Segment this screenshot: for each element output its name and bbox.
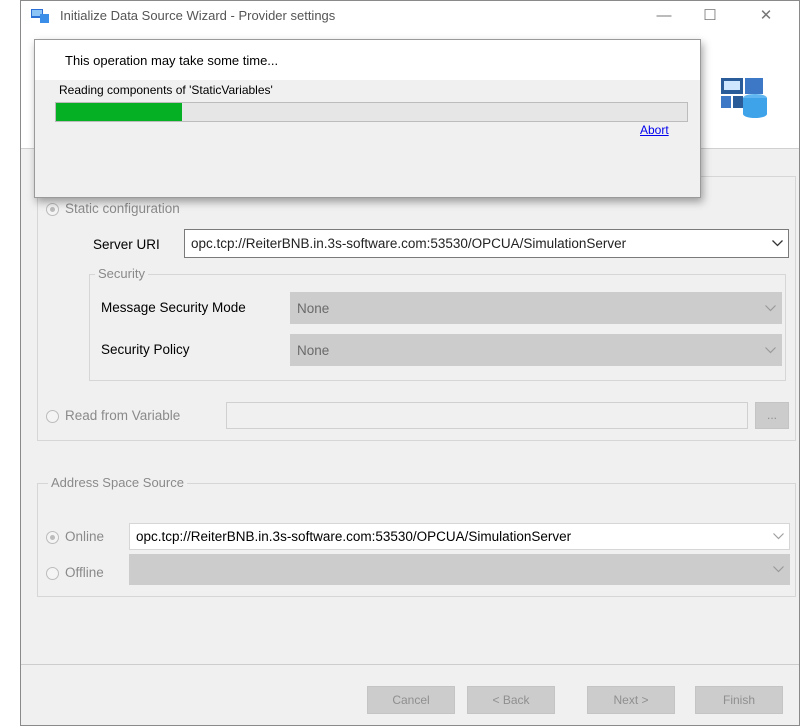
progress-dialog: This operation may take some time... Rea… — [34, 39, 701, 198]
finish-button[interactable]: Finish — [695, 686, 783, 714]
close-button[interactable]: ✕ — [743, 1, 789, 31]
next-button[interactable]: Next > — [587, 686, 675, 714]
offline-label: Offline — [65, 565, 104, 580]
chevron-down-icon — [767, 524, 789, 549]
back-button[interactable]: < Back — [467, 686, 555, 714]
server-uri-combobox[interactable]: opc.tcp://ReiterBNB.in.3s-software.com:5… — [184, 229, 789, 258]
chevron-down-icon — [759, 293, 781, 323]
message-security-mode-value: None — [297, 300, 330, 316]
static-config-label: Static configuration — [65, 201, 180, 216]
title-bar: Initialize Data Source Wizard - Provider… — [21, 1, 799, 31]
read-from-variable-radio[interactable] — [46, 410, 59, 423]
server-database-icon — [721, 78, 767, 118]
chevron-down-icon — [767, 555, 789, 584]
online-radio[interactable] — [46, 531, 59, 544]
chevron-down-icon — [759, 335, 781, 365]
offline-radio[interactable] — [46, 567, 59, 580]
security-group-title: Security — [95, 266, 148, 281]
chevron-down-icon[interactable] — [766, 230, 788, 257]
progress-bar — [55, 102, 688, 122]
window-title: Initialize Data Source Wizard - Provider… — [60, 8, 336, 23]
minimize-button[interactable]: — — [641, 1, 687, 31]
read-from-variable-input[interactable] — [226, 402, 748, 429]
cancel-button[interactable]: Cancel — [367, 686, 455, 714]
security-policy-value: None — [297, 342, 330, 358]
progress-status-text: Reading components of 'StaticVariables' — [59, 83, 273, 97]
offline-source-combobox[interactable] — [129, 554, 790, 585]
server-uri-label: Server URI — [93, 237, 160, 252]
security-policy-label: Security Policy — [101, 342, 190, 357]
static-config-radio[interactable] — [46, 203, 59, 216]
online-source-combobox[interactable]: opc.tcp://ReiterBNB.in.3s-software.com:5… — [129, 523, 790, 550]
message-security-mode-combobox[interactable]: None — [290, 292, 782, 324]
abort-link[interactable]: Abort — [640, 123, 669, 137]
online-label: Online — [65, 529, 105, 544]
online-source-value: opc.tcp://ReiterBNB.in.3s-software.com:5… — [136, 529, 572, 544]
maximize-button[interactable]: ☐ — [687, 1, 733, 31]
footer-separator — [21, 664, 799, 665]
read-from-variable-label: Read from Variable — [65, 408, 181, 423]
security-policy-combobox[interactable]: None — [290, 334, 782, 366]
progress-dialog-title: This operation may take some time... — [65, 53, 279, 68]
address-space-group-title: Address Space Source — [48, 475, 187, 490]
browse-variable-button[interactable]: ... — [755, 402, 789, 429]
message-security-mode-label: Message Security Mode — [101, 300, 246, 315]
progress-bar-fill — [56, 103, 183, 121]
server-uri-value: opc.tcp://ReiterBNB.in.3s-software.com:5… — [191, 236, 627, 251]
progress-dialog-header: This operation may take some time... — [35, 40, 700, 80]
wizard-app-icon — [31, 9, 49, 23]
